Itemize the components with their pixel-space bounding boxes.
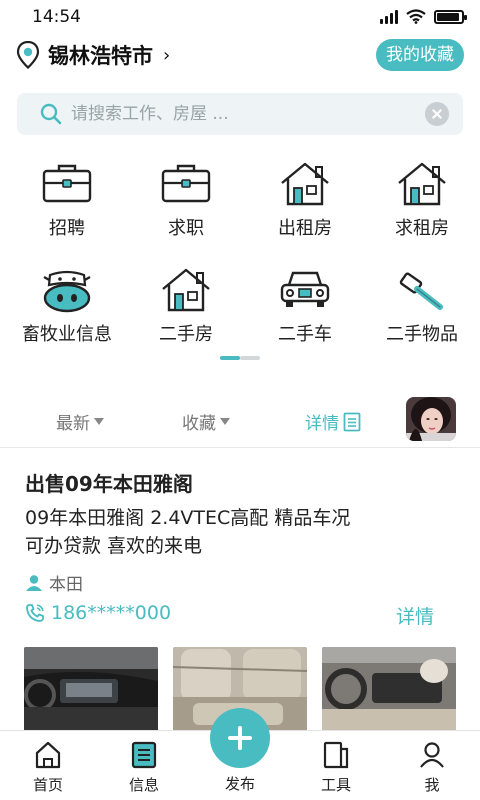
house-icon [398,162,446,206]
sort-favorites-dropdown[interactable]: 收藏 [182,409,230,434]
category-label: 求职 [168,218,204,239]
category-label: 招聘 [49,218,85,239]
list-icon [343,412,361,431]
top-header: 锡林浩特市 › 我的收藏 [0,34,480,80]
category-seek-rent[interactable]: 求租房 [362,155,480,255]
house-icon [281,162,329,206]
detail-view-toggle[interactable]: 详情 [305,409,361,434]
publish-button[interactable] [210,708,270,768]
tab-me[interactable]: 我 [384,731,480,800]
signal-icon [380,9,398,24]
listing-phone[interactable]: 186*****000 [25,602,171,624]
city-name: 锡林浩特市 [48,44,153,68]
car-icon [280,271,330,307]
category-label: 二手物品 [386,324,458,345]
clear-search-icon[interactable] [425,102,449,126]
city-selector[interactable]: 锡林浩特市 › [16,40,170,70]
listing-detail-link[interactable]: 详情 [396,602,434,629]
battery-icon [434,9,467,24]
filter-bar: 最新 收藏 详情 [0,392,480,448]
category-label: 二手房 [159,324,213,345]
category-label: 畜牧业信息 [22,324,112,345]
briefcase-icon [42,164,92,203]
hammer-icon [399,272,443,310]
category-rent-out[interactable]: 出租房 [245,155,365,255]
listing-user: 本田 [25,570,83,595]
sort-latest-dropdown[interactable]: 最新 [56,409,104,434]
listing-title: 出售09年本田雅阁 [25,472,193,496]
status-time: 14:54 [32,7,81,27]
tab-home[interactable]: 首页 [0,731,96,800]
briefcase-icon [161,164,211,203]
listing-description: 09年本田雅阁 2.4VTEC高配 精品车况 可办贷款 喜欢的来电 [25,507,351,557]
search-bar [17,93,463,135]
document-icon [131,741,157,769]
category-job-seek[interactable]: 求职 [126,155,246,255]
category-label: 二手车 [278,324,332,345]
wifi-icon [406,9,426,24]
publish-label: 发布 [224,775,255,793]
user-icon [420,742,444,768]
tools-icon [323,741,349,769]
category-livestock[interactable]: 畜牧业信息 [7,261,127,361]
photo-thumbnail[interactable] [24,647,158,737]
user-icon [26,574,42,591]
chevron-right-icon: › [163,44,171,66]
category-label: 出租房 [278,218,332,239]
category-second-hand-house[interactable]: 二手房 [126,261,246,361]
category-label: 求租房 [395,218,449,239]
search-input[interactable] [71,104,425,124]
category-second-hand-car[interactable]: 二手车 [245,261,365,361]
status-bar: 14:54 [0,0,480,34]
category-second-hand-goods[interactable]: 二手物品 [362,261,480,361]
category-recruit[interactable]: 招聘 [7,155,127,255]
caret-down-icon [94,418,104,425]
search-icon [40,103,62,125]
cow-icon [43,270,91,313]
tab-tools[interactable]: 工具 [288,731,384,800]
location-pin-icon [16,41,40,69]
home-icon [35,741,61,769]
phone-icon [26,604,44,622]
my-favorites-button[interactable]: 我的收藏 [376,39,464,71]
page-indicator [220,356,260,360]
house-icon [162,268,210,312]
avatar[interactable] [406,397,456,441]
tab-messages[interactable]: 信息 [96,731,192,800]
photo-thumbnail[interactable] [322,647,456,737]
caret-down-icon [220,418,230,425]
